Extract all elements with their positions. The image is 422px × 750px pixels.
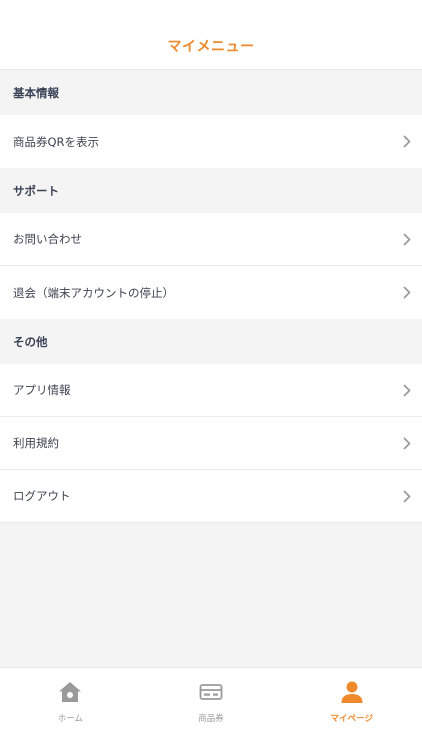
menu-item-show-voucher-qr[interactable]: 商品券QRを表示	[0, 115, 422, 168]
chevron-right-icon	[402, 286, 412, 300]
menu-item-label: ログアウト	[13, 489, 71, 503]
menu-item-label: お問い合わせ	[13, 232, 82, 246]
person-icon	[339, 679, 365, 705]
menu-item-label: 利用規約	[13, 436, 59, 450]
menu-item-label: アプリ情報	[13, 383, 71, 397]
menu-item-logout[interactable]: ログアウト	[0, 470, 422, 523]
menu-item-label: 商品券QRを表示	[13, 134, 100, 149]
chevron-right-icon	[402, 232, 412, 246]
section-header-basic-info: 基本情報	[0, 70, 422, 115]
tab-label: ホーム	[57, 714, 83, 724]
app-screen: マイメニュー 基本情報 商品券QRを表示 サポート お問い合わせ 退会（端末アカ…	[0, 0, 422, 750]
home-icon	[57, 679, 83, 705]
menu-item-contact[interactable]: お問い合わせ	[0, 213, 422, 266]
section-header-support: サポート	[0, 168, 422, 213]
bottom-tab-bar: ホーム 商品券 マイページ	[0, 667, 422, 750]
chevron-right-icon	[402, 383, 412, 397]
tab-home[interactable]: ホーム	[0, 668, 141, 750]
tab-label: マイページ	[330, 714, 373, 724]
menu-list: 基本情報 商品券QRを表示 サポート お問い合わせ 退会（端末アカウントの停止）…	[0, 70, 422, 523]
menu-item-app-info[interactable]: アプリ情報	[0, 364, 422, 417]
menu-item-withdraw[interactable]: 退会（端末アカウントの停止）	[0, 266, 422, 319]
chevron-right-icon	[402, 489, 412, 503]
menu-item-label: 退会（端末アカウントの停止）	[13, 285, 174, 300]
chevron-right-icon	[402, 135, 412, 149]
menu-item-terms[interactable]: 利用規約	[0, 417, 422, 470]
page-title: マイメニュー	[167, 38, 255, 55]
tab-mypage[interactable]: マイページ	[281, 668, 422, 750]
tab-label: 商品券	[198, 714, 224, 724]
tab-voucher[interactable]: 商品券	[141, 668, 282, 750]
voucher-card-icon	[198, 679, 224, 705]
header-bar: マイメニュー	[0, 0, 422, 70]
section-header-others: その他	[0, 319, 422, 364]
chevron-right-icon	[402, 436, 412, 450]
